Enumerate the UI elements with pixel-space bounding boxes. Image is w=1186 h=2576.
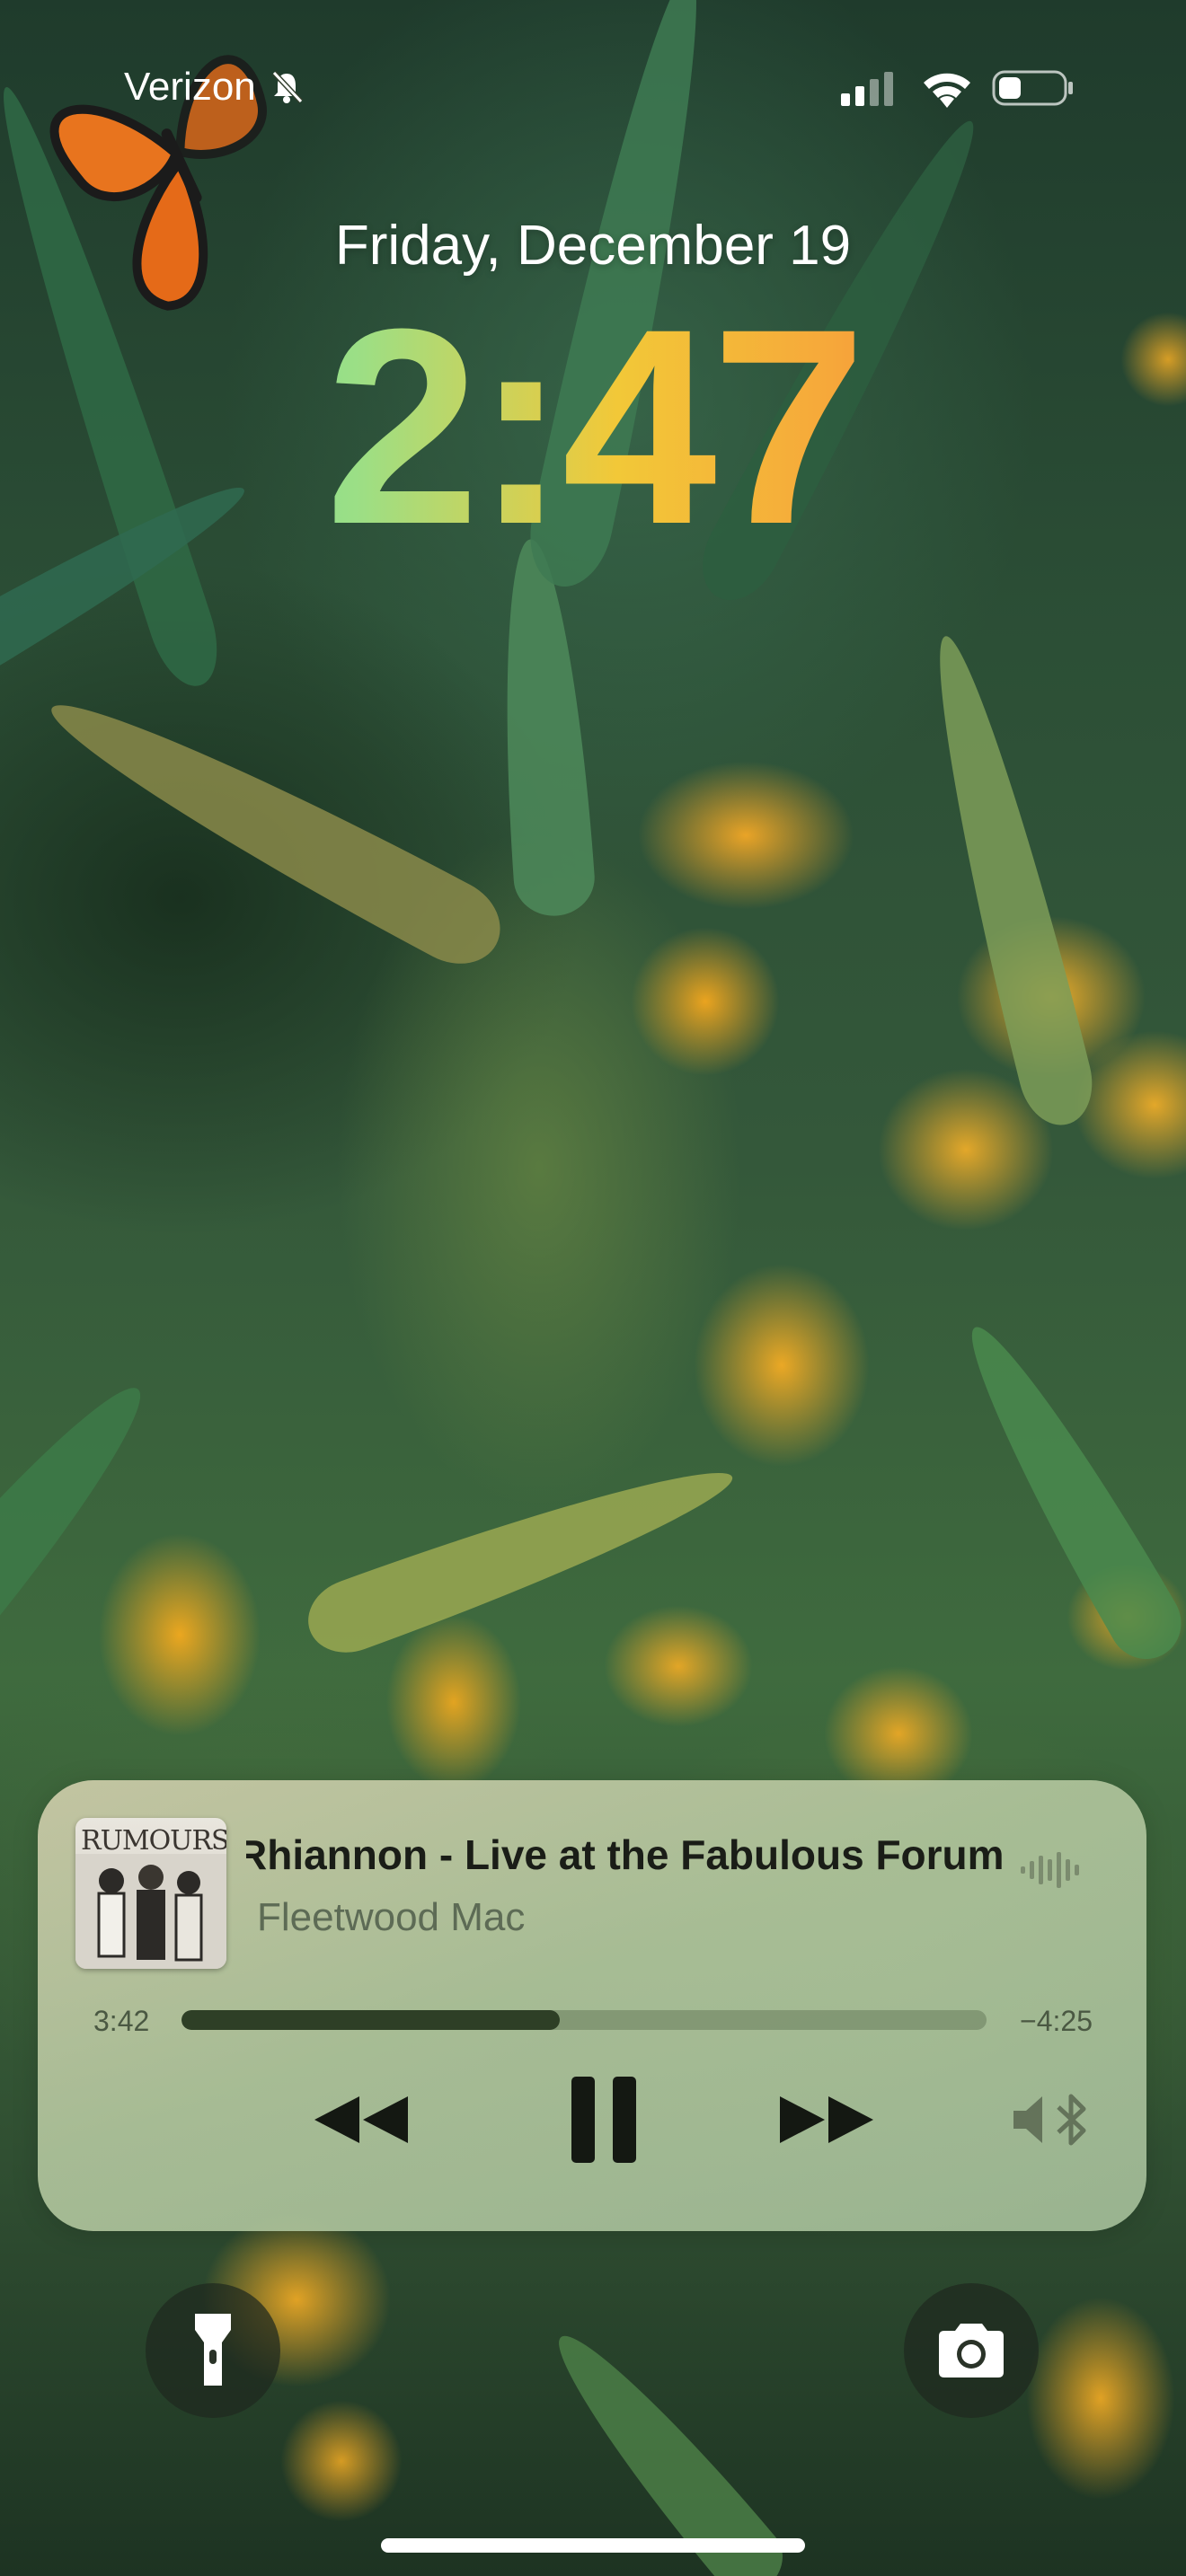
flashlight-button[interactable] [146, 2283, 280, 2418]
wifi-icon [924, 73, 970, 108]
cellular-signal-icon [841, 72, 893, 106]
album-artwork-photo [75, 1854, 226, 1969]
lock-screen: Verizon Friday, December 19 2:47 RUMOURS… [0, 0, 1186, 2576]
wallpaper-leaf [0, 1363, 170, 1691]
bell-slash-icon [271, 70, 303, 104]
carrier-name: Verizon [124, 65, 256, 109]
status-bar: Verizon [0, 0, 1186, 180]
album-artwork-title: RUMOURS [81, 1825, 226, 1857]
wallpaper-leaf [490, 536, 597, 919]
remaining-time: −4:25 [1020, 2005, 1093, 2037]
now-playing-widget[interactable]: RUMOURS Rhiannon - Live at the Fabulous … [38, 1780, 1146, 2231]
lock-date: Friday, December 19 [334, 215, 852, 277]
rewind-button[interactable] [307, 2084, 415, 2156]
album-artwork[interactable]: RUMOURS [75, 1818, 226, 1969]
track-title: Rhiannon - Live at the Fabulous Forum [246, 1831, 1005, 1878]
waveform-icon [1021, 1852, 1079, 1888]
wallpaper-leaf [910, 627, 1102, 1134]
pause-button[interactable] [550, 2066, 658, 2174]
speaker-bluetooth-icon [1013, 2094, 1086, 2146]
playback-scrubber[interactable] [181, 2010, 987, 2030]
wallpaper-leaf [943, 1310, 1186, 1672]
lock-time: 2:47 [0, 287, 1186, 566]
audio-output-button[interactable] [1008, 2084, 1098, 2156]
camera-icon [939, 2324, 1004, 2378]
camera-button[interactable] [904, 2283, 1039, 2418]
track-artist: Fleetwood Mac [257, 1895, 526, 1939]
wallpaper-leaf [297, 1442, 745, 1665]
wallpaper-leaf [32, 672, 516, 981]
wallpaper-leaf [533, 2314, 797, 2576]
fast-forward-button[interactable] [773, 2084, 881, 2156]
track-title-container: Rhiannon - Live at the Fabulous Forum [246, 1831, 1037, 1884]
battery-icon [992, 70, 1073, 106]
playback-progress [181, 2010, 561, 2030]
flashlight-icon [195, 2314, 231, 2386]
carrier-label: Verizon [124, 65, 305, 110]
home-indicator[interactable] [381, 2538, 805, 2553]
elapsed-time: 3:42 [93, 2005, 150, 2037]
